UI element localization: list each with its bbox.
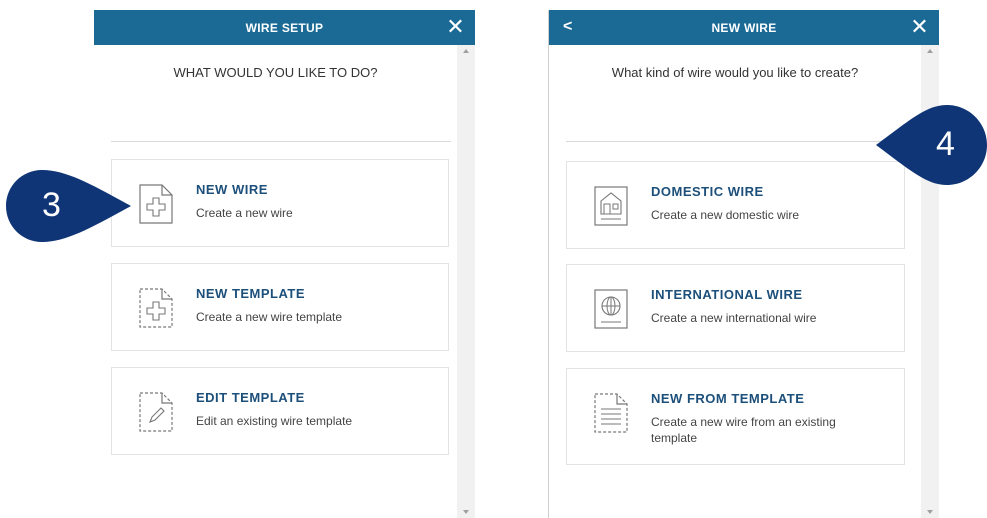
option-subtitle: Create a new international wire <box>651 311 817 325</box>
panel-header: WIRE SETUP ✕ <box>94 10 475 45</box>
callout-marker-icon <box>6 170 131 242</box>
scroll-up-arrow-icon[interactable] <box>463 49 469 53</box>
option-subtitle: Create a new domestic wire <box>651 208 800 222</box>
back-icon[interactable]: < <box>563 15 573 39</box>
callout-number: 4 <box>936 125 955 163</box>
option-subtitle: Edit an existing wire template <box>196 414 353 428</box>
panel-question: WHAT WOULD YOU LIKE TO DO? <box>173 65 378 80</box>
close-icon[interactable]: ✕ <box>446 14 465 40</box>
option-title: DOMESTIC WIRE <box>651 184 764 199</box>
option-subtitle: Create a new wire <box>196 206 293 220</box>
step-callout-4: 4 <box>876 105 987 185</box>
new-document-icon <box>139 184 173 224</box>
close-icon[interactable]: ✕ <box>910 14 929 40</box>
house-document-icon <box>594 186 628 226</box>
new-wire-option[interactable]: NEW WIRE Create a new wire <box>111 159 449 247</box>
divider <box>566 141 906 142</box>
scroll-down-arrow-icon[interactable] <box>463 510 469 514</box>
scroll-down-arrow-icon[interactable] <box>927 510 933 514</box>
panel-header: < NEW WIRE ✕ <box>549 10 939 45</box>
new-template-option[interactable]: NEW TEMPLATE Create a new wire template <box>111 263 449 351</box>
divider <box>111 141 451 142</box>
new-template-icon <box>139 288 173 328</box>
option-title: NEW WIRE <box>196 182 268 197</box>
new-wire-panel: < NEW WIRE ✕ What kind of wire would you… <box>548 10 939 518</box>
domestic-wire-option[interactable]: DOMESTIC WIRE Create a new domestic wire <box>566 161 905 249</box>
globe-document-icon <box>594 289 628 329</box>
scroll-up-arrow-icon[interactable] <box>927 49 933 53</box>
option-title: NEW TEMPLATE <box>196 286 306 301</box>
new-from-template-option[interactable]: NEW FROM TEMPLATE Create a new wire from… <box>566 368 905 465</box>
option-subtitle: Create a new wire template <box>196 310 343 324</box>
option-subtitle: Create a new wire from an existing templ… <box>651 415 836 445</box>
scrollbar[interactable] <box>457 45 475 518</box>
callout-number: 3 <box>42 186 61 224</box>
edit-template-icon <box>139 392 173 432</box>
option-title: EDIT TEMPLATE <box>196 390 305 405</box>
panel-title: NEW WIRE <box>711 20 777 35</box>
template-list-icon <box>594 393 628 433</box>
panel-title: WIRE SETUP <box>245 20 324 35</box>
option-title: INTERNATIONAL WIRE <box>651 287 803 302</box>
callout-marker-icon <box>876 105 987 185</box>
step-callout-3: 3 <box>6 170 132 242</box>
option-title: NEW FROM TEMPLATE <box>651 391 805 406</box>
international-wire-option[interactable]: INTERNATIONAL WIRE Create a new internat… <box>566 264 905 352</box>
wire-setup-panel: WIRE SETUP ✕ WHAT WOULD YOU LIKE TO DO? … <box>94 10 475 518</box>
edit-template-option[interactable]: EDIT TEMPLATE Edit an existing wire temp… <box>111 367 449 455</box>
panel-question: What kind of wire would you like to crea… <box>611 65 859 80</box>
